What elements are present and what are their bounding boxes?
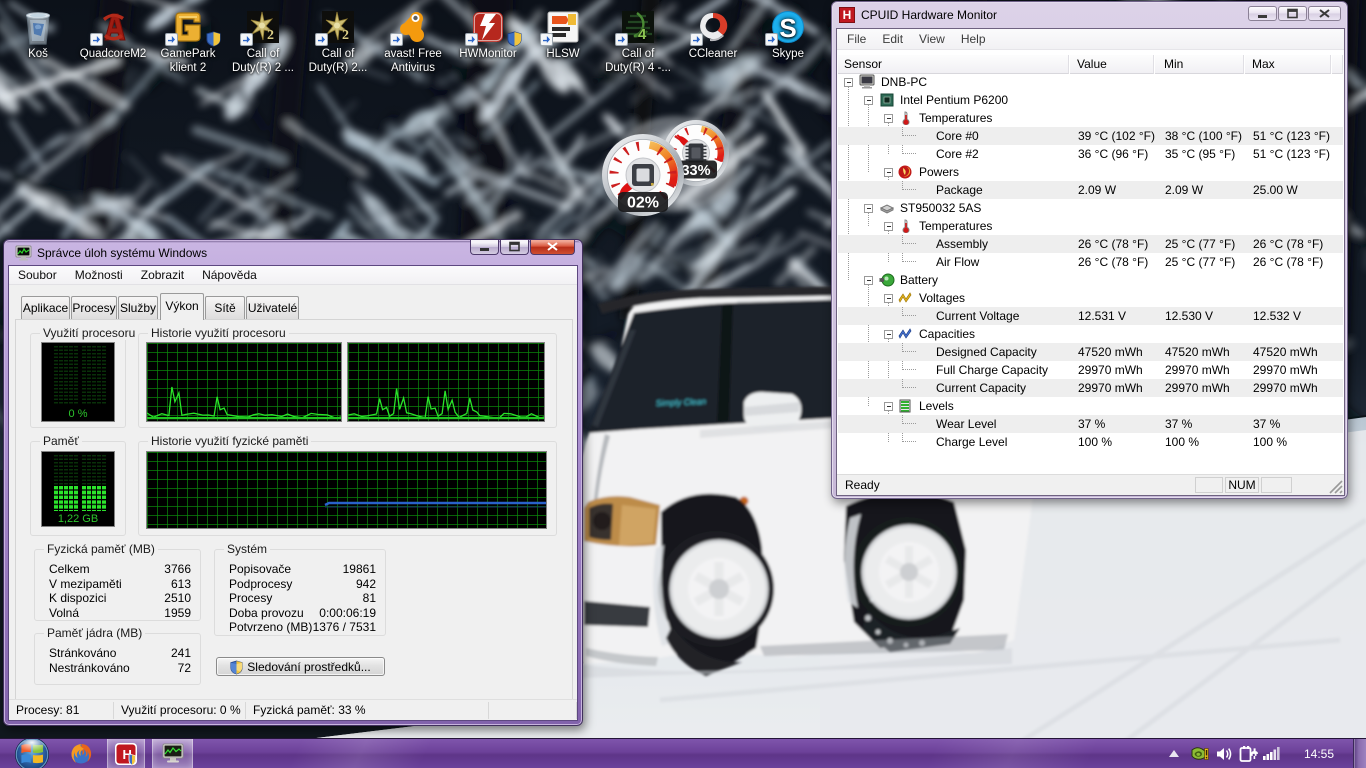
svg-text:33%: 33% <box>681 163 710 179</box>
svg-text:Simply Clean: Simply Clean <box>656 396 707 408</box>
svg-text:2: 2 <box>267 28 274 43</box>
svg-text:2: 2 <box>342 28 349 43</box>
svg-text:4: 4 <box>638 26 647 43</box>
svg-text:02%: 02% <box>627 195 659 212</box>
svg-text:S: S <box>779 13 796 43</box>
